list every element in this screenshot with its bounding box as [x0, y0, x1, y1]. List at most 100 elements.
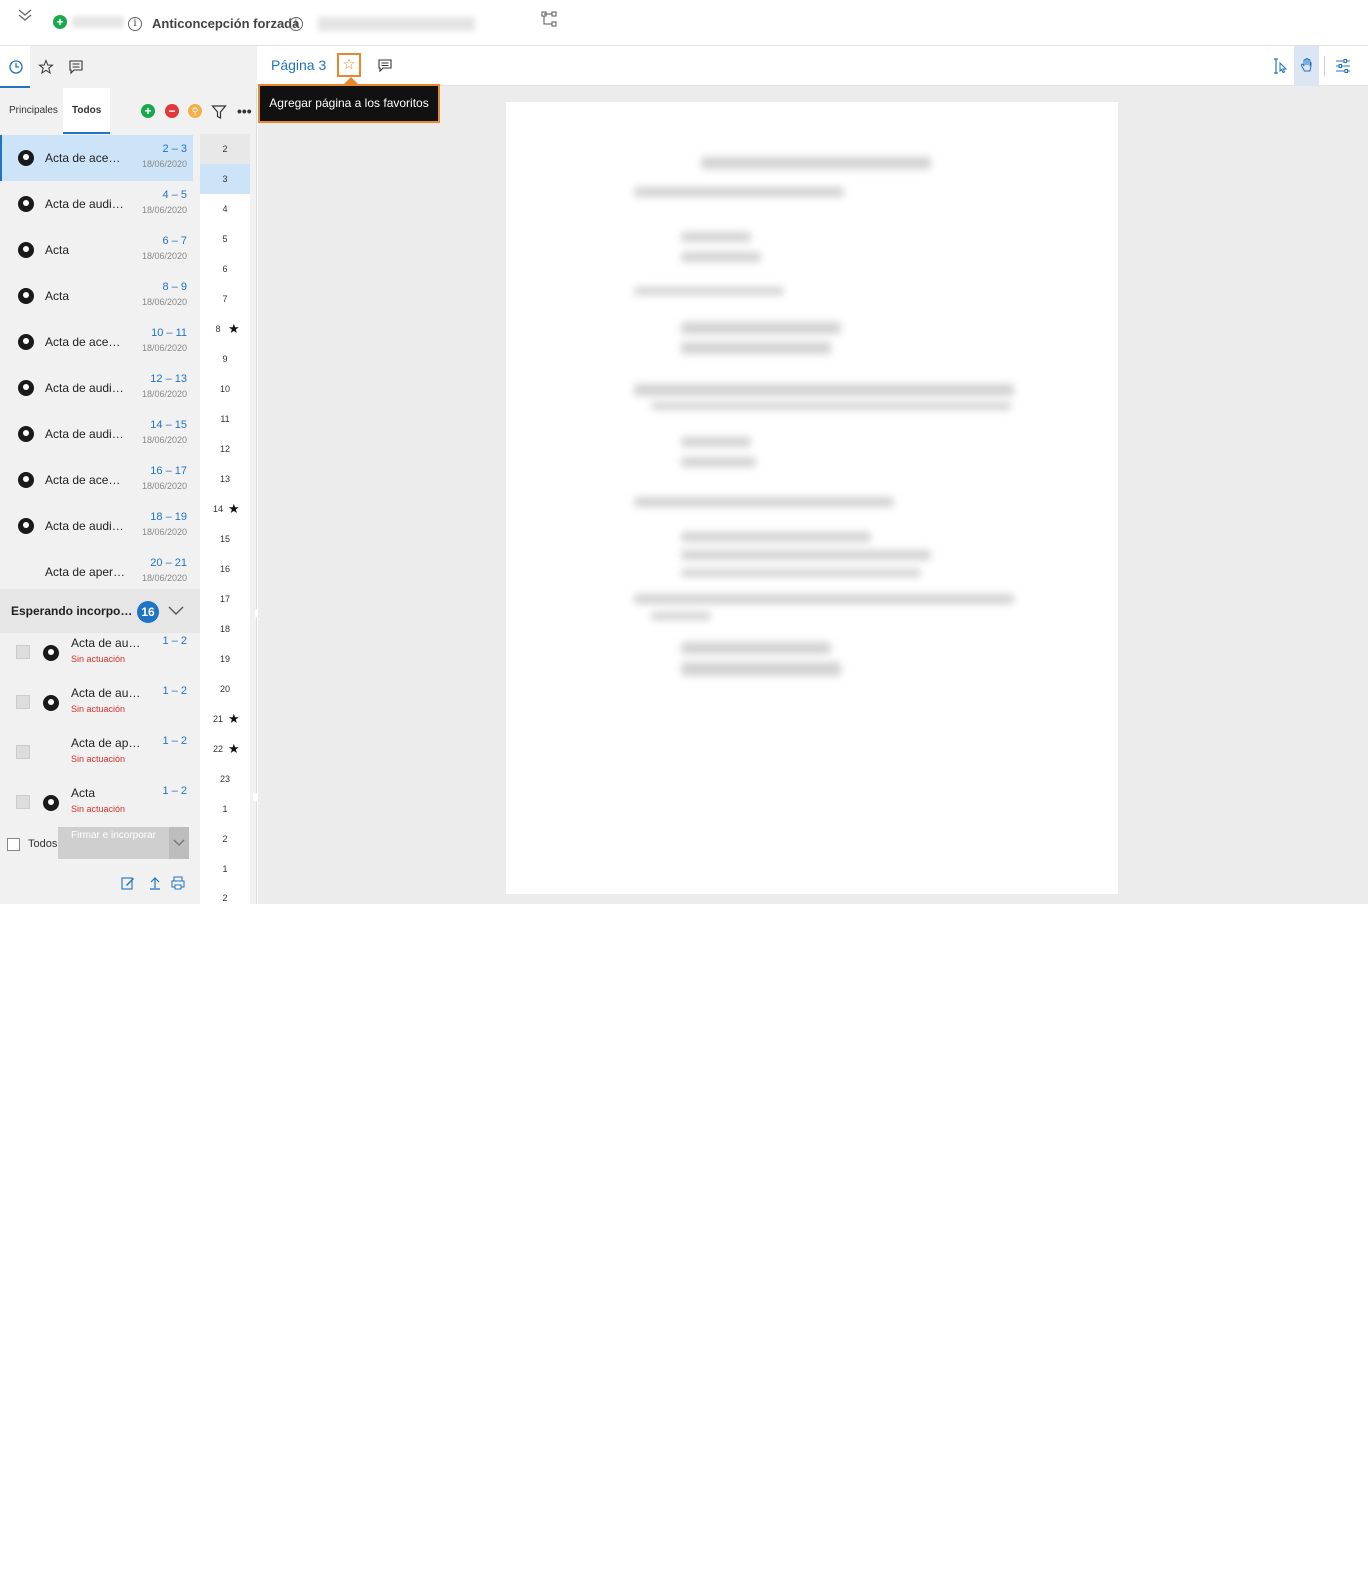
upload-icon[interactable]	[148, 876, 162, 890]
top-bar: + i Anticoncepción forzada i	[0, 0, 1368, 46]
pending-section-header[interactable]: Esperando incorpo… 16	[0, 589, 200, 633]
page-number[interactable]: 9	[200, 344, 250, 374]
print-icon[interactable]	[171, 876, 185, 890]
page-number[interactable]: 3	[200, 164, 250, 194]
page-number[interactable]: 7	[200, 284, 250, 314]
page-number[interactable]: 20	[200, 674, 250, 704]
tree-diagram-icon[interactable]	[541, 11, 557, 27]
row-checkbox[interactable]	[16, 695, 30, 709]
document-pages: 16 – 17	[150, 465, 187, 477]
document-date: 18/06/2020	[141, 527, 187, 537]
pending-title: Esperando incorpo…	[11, 604, 133, 618]
document-date: 18/06/2020	[141, 435, 187, 445]
page-number[interactable]: 19	[200, 644, 250, 674]
text-select-icon[interactable]	[1271, 57, 1289, 75]
page-number[interactable]: 1	[200, 854, 250, 884]
document-row[interactable]: Acta de ace… 10 – 11 18/06/2020	[0, 319, 193, 365]
page-number[interactable]: 22 ★	[200, 734, 250, 764]
tooltip-arrow	[344, 77, 358, 84]
row-checkbox[interactable]	[16, 745, 30, 759]
document-name: Acta de ace…	[45, 335, 121, 349]
page-number[interactable]: 13	[200, 464, 250, 494]
edit-icon[interactable]	[121, 876, 135, 890]
page-number[interactable]: 8 ★	[200, 314, 250, 344]
pending-pages: 1 – 2	[162, 735, 187, 747]
page-number[interactable]: 2	[200, 884, 250, 904]
settings-sliders-icon[interactable]	[1334, 57, 1352, 75]
pending-name: Acta de au…	[71, 686, 141, 700]
page-number[interactable]: 2	[200, 824, 250, 854]
pending-row[interactable]: Acta Sin actuación 1 – 2	[0, 783, 193, 833]
pending-row[interactable]: Acta de au… Sin actuación 1 – 2	[0, 683, 193, 733]
page-number[interactable]: 4	[200, 194, 250, 224]
page-number[interactable]: 21 ★	[200, 704, 250, 734]
page-number[interactable]: 17	[200, 584, 250, 614]
page-number[interactable]: 5	[200, 224, 250, 254]
document-date: 18/06/2020	[141, 343, 187, 353]
document-pages: 20 – 21	[150, 557, 187, 569]
info-icon[interactable]: i	[128, 17, 142, 31]
document-row[interactable]: Acta de audi… 18 – 19 18/06/2020	[0, 503, 193, 549]
document-pages: 6 – 7	[162, 235, 187, 247]
add-favorite-star-icon[interactable]: ☆	[337, 53, 361, 77]
tab-todos[interactable]: Todos	[63, 88, 111, 134]
page-number[interactable]: 18	[200, 614, 250, 644]
document-name: Acta de ace…	[45, 151, 121, 165]
star-icon[interactable]	[38, 59, 54, 75]
stamp-icon	[18, 242, 34, 258]
document-pages: 18 – 19	[150, 511, 187, 523]
document-row[interactable]: Acta de ace… 16 – 17 18/06/2020	[0, 457, 193, 503]
document-list: Acta de ace… 2 – 3 18/06/2020 Acta de au…	[0, 135, 862, 1397]
add-icon[interactable]: +	[141, 104, 155, 118]
more-options-icon[interactable]: •••	[237, 103, 252, 119]
favorite-star-icon: ★	[228, 501, 240, 516]
pending-name: Acta	[71, 786, 96, 800]
filter-icon[interactable]	[211, 104, 227, 120]
document-icon	[248, 789, 860, 1581]
page-number[interactable]: 12	[200, 434, 250, 464]
clock-icon[interactable]	[8, 59, 24, 75]
pending-status: Sin actuación	[71, 804, 126, 814]
document-row[interactable]: Acta de audi… 12 – 13 18/06/2020	[0, 365, 193, 411]
row-checkbox[interactable]	[16, 645, 30, 659]
row-checkbox[interactable]	[16, 795, 30, 809]
pending-row[interactable]: Acta de ap… Sin actuación 1 – 2	[0, 733, 860, 1581]
favorite-tooltip: Agregar página a los favoritos	[258, 84, 440, 123]
page-number[interactable]: 6	[200, 254, 250, 284]
collapse-chevron-icon[interactable]	[16, 6, 34, 24]
sign-options-dropdown[interactable]	[169, 827, 189, 859]
document-pages: 4 – 5	[162, 189, 187, 201]
page-number[interactable]: 1	[200, 794, 250, 824]
link-icon[interactable]: ⚲	[188, 104, 202, 118]
comment-icon[interactable]	[378, 59, 392, 73]
page-number[interactable]: 11	[200, 404, 250, 434]
page-number[interactable]: 2	[200, 134, 250, 164]
select-all-checkbox[interactable]	[7, 838, 20, 851]
document-row[interactable]: Acta 8 – 9 18/06/2020	[0, 273, 193, 319]
comment-icon[interactable]	[68, 59, 84, 75]
document-row[interactable]: Acta de audi… 14 – 15 18/06/2020	[0, 411, 193, 457]
document-row[interactable]: Acta 6 – 7 18/06/2020	[0, 227, 193, 273]
document-row[interactable]: Acta de audi… 4 – 5 18/06/2020	[0, 181, 193, 227]
info-icon[interactable]: i	[289, 17, 303, 31]
toolbar-divider	[1324, 56, 1325, 76]
document-date: 18/06/2020	[141, 297, 187, 307]
sign-and-incorporate-button[interactable]: Firmar e incorporar	[58, 827, 169, 859]
chevron-down-icon[interactable]	[166, 601, 186, 621]
add-icon[interactable]: +	[53, 15, 67, 29]
page-label: Página 3	[271, 57, 327, 73]
stamp-icon	[18, 288, 34, 304]
chevron-down-icon	[173, 839, 185, 846]
page-number[interactable]: 16	[200, 554, 250, 584]
page-number[interactable]: 15	[200, 524, 250, 554]
page-number[interactable]: 10	[200, 374, 250, 404]
document-name: Acta de aper…	[45, 565, 126, 579]
page-number[interactable]: 23	[200, 764, 250, 794]
remove-icon[interactable]: −	[165, 104, 179, 118]
pending-row[interactable]: Acta de au… Sin actuación 1 – 2	[0, 633, 193, 683]
page-number[interactable]: 14 ★	[200, 494, 250, 524]
tab-principales[interactable]: Principales	[0, 88, 67, 134]
pan-tool-button[interactable]	[1294, 46, 1319, 86]
document-row[interactable]: Acta de ace… 2 – 3 18/06/2020	[0, 135, 193, 181]
stamp-icon	[18, 472, 34, 488]
